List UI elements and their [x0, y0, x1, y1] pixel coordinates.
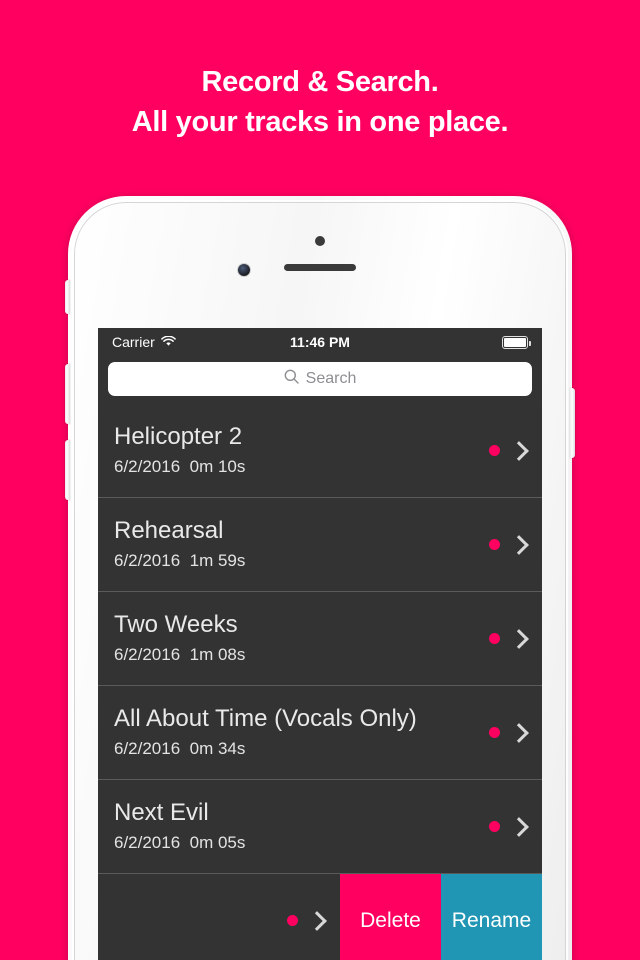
- recording-title: All About Time (Vocals Only): [114, 704, 417, 732]
- recording-duration: 0m 10s: [189, 456, 246, 476]
- chevron-right-icon[interactable]: [509, 628, 529, 649]
- search-icon: [284, 369, 299, 389]
- delete-button[interactable]: Delete: [340, 874, 441, 960]
- battery-level-fill: [504, 338, 526, 347]
- proximity-sensor-icon: [315, 236, 325, 246]
- row-text: Helicopter 2 6/2/2016 0m 10s: [98, 422, 489, 480]
- chevron-right-icon[interactable]: [509, 722, 529, 743]
- status-dot-icon: [489, 727, 500, 738]
- table-row-swiped[interactable]: Delete Rename: [98, 874, 542, 960]
- chevron-right-icon[interactable]: [509, 816, 529, 837]
- status-dot-icon: [489, 445, 500, 456]
- volume-down-button[interactable]: [65, 440, 70, 500]
- recording-meta: 6/2/2016 1m 08s: [114, 642, 489, 668]
- recording-date: 6/2/2016: [114, 832, 181, 852]
- recording-duration: 1m 08s: [189, 644, 246, 664]
- battery-full-icon: [502, 336, 531, 349]
- recording-title: Two Weeks: [114, 610, 238, 638]
- status-dot-icon: [489, 633, 500, 644]
- row-accessory: [287, 910, 340, 931]
- recording-title: Next Evil: [114, 798, 209, 826]
- phone-device: Carrier 11:46 PM Search Helicopter 2 6/2…: [65, 196, 575, 960]
- recording-title: Helicopter 2: [114, 422, 243, 450]
- status-bar: Carrier 11:46 PM: [98, 328, 542, 358]
- recording-date: 6/2/2016: [114, 550, 181, 570]
- search-input[interactable]: Search: [108, 362, 532, 396]
- power-button[interactable]: [570, 388, 575, 458]
- table-row[interactable]: Helicopter 2 6/2/2016 0m 10s: [98, 404, 542, 498]
- status-bar-clock: 11:46 PM: [290, 334, 350, 350]
- chevron-right-icon[interactable]: [509, 534, 529, 555]
- recording-duration: 1m 59s: [189, 550, 246, 570]
- recording-duration: 0m 05s: [189, 832, 246, 852]
- swipe-actions: Delete Rename: [340, 874, 542, 960]
- phone-screen: Carrier 11:46 PM Search Helicopter 2 6/2…: [98, 328, 542, 960]
- chevron-right-icon[interactable]: [509, 440, 529, 461]
- rename-button[interactable]: Rename: [441, 874, 542, 960]
- table-row[interactable]: Next Evil 6/2/2016 0m 05s: [98, 780, 542, 874]
- row-accessory: [489, 628, 542, 649]
- table-row[interactable]: Rehearsal 6/2/2016 1m 59s: [98, 498, 542, 592]
- chevron-right-icon[interactable]: [307, 910, 327, 931]
- row-text: Next Evil 6/2/2016 0m 05s: [98, 798, 489, 856]
- headline-line-1: Record & Search.: [201, 66, 439, 98]
- table-row[interactable]: All About Time (Vocals Only) 6/2/2016 0m…: [98, 686, 542, 780]
- status-dot-icon: [489, 539, 500, 550]
- marketing-headline: Record & Search. All your tracks in one …: [0, 62, 640, 142]
- row-text: All About Time (Vocals Only) 6/2/2016 0m…: [98, 704, 489, 762]
- recording-date: 6/2/2016: [114, 644, 181, 664]
- recording-title: Rehearsal: [114, 516, 224, 544]
- recordings-list: Helicopter 2 6/2/2016 0m 10s Rehearsal 6…: [98, 404, 542, 960]
- search-bar-container: Search: [98, 358, 542, 404]
- recording-date: 6/2/2016: [114, 456, 181, 476]
- recording-meta: 6/2/2016 0m 34s: [114, 736, 489, 762]
- row-accessory: [489, 440, 542, 461]
- recording-meta: 6/2/2016 0m 05s: [114, 830, 489, 856]
- headline-line-2: All your tracks in one place.: [131, 106, 509, 138]
- search-placeholder: Search: [305, 370, 357, 387]
- row-accessory: [489, 816, 542, 837]
- table-row[interactable]: Two Weeks 6/2/2016 1m 08s: [98, 592, 542, 686]
- status-dot-icon: [489, 821, 500, 832]
- recording-meta: 6/2/2016 1m 59s: [114, 548, 489, 574]
- row-accessory: [489, 534, 542, 555]
- earpiece-speaker: [284, 264, 356, 271]
- silent-switch[interactable]: [65, 280, 70, 314]
- status-dot-icon: [287, 915, 298, 926]
- row-text: Rehearsal 6/2/2016 1m 59s: [98, 516, 489, 574]
- recording-meta: 6/2/2016 0m 10s: [114, 454, 489, 480]
- row-text: Two Weeks 6/2/2016 1m 08s: [98, 610, 489, 668]
- row-accessory: [489, 722, 542, 743]
- recording-duration: 0m 34s: [189, 738, 246, 758]
- recording-date: 6/2/2016: [114, 738, 181, 758]
- front-camera-icon: [238, 264, 250, 276]
- volume-up-button[interactable]: [65, 364, 70, 424]
